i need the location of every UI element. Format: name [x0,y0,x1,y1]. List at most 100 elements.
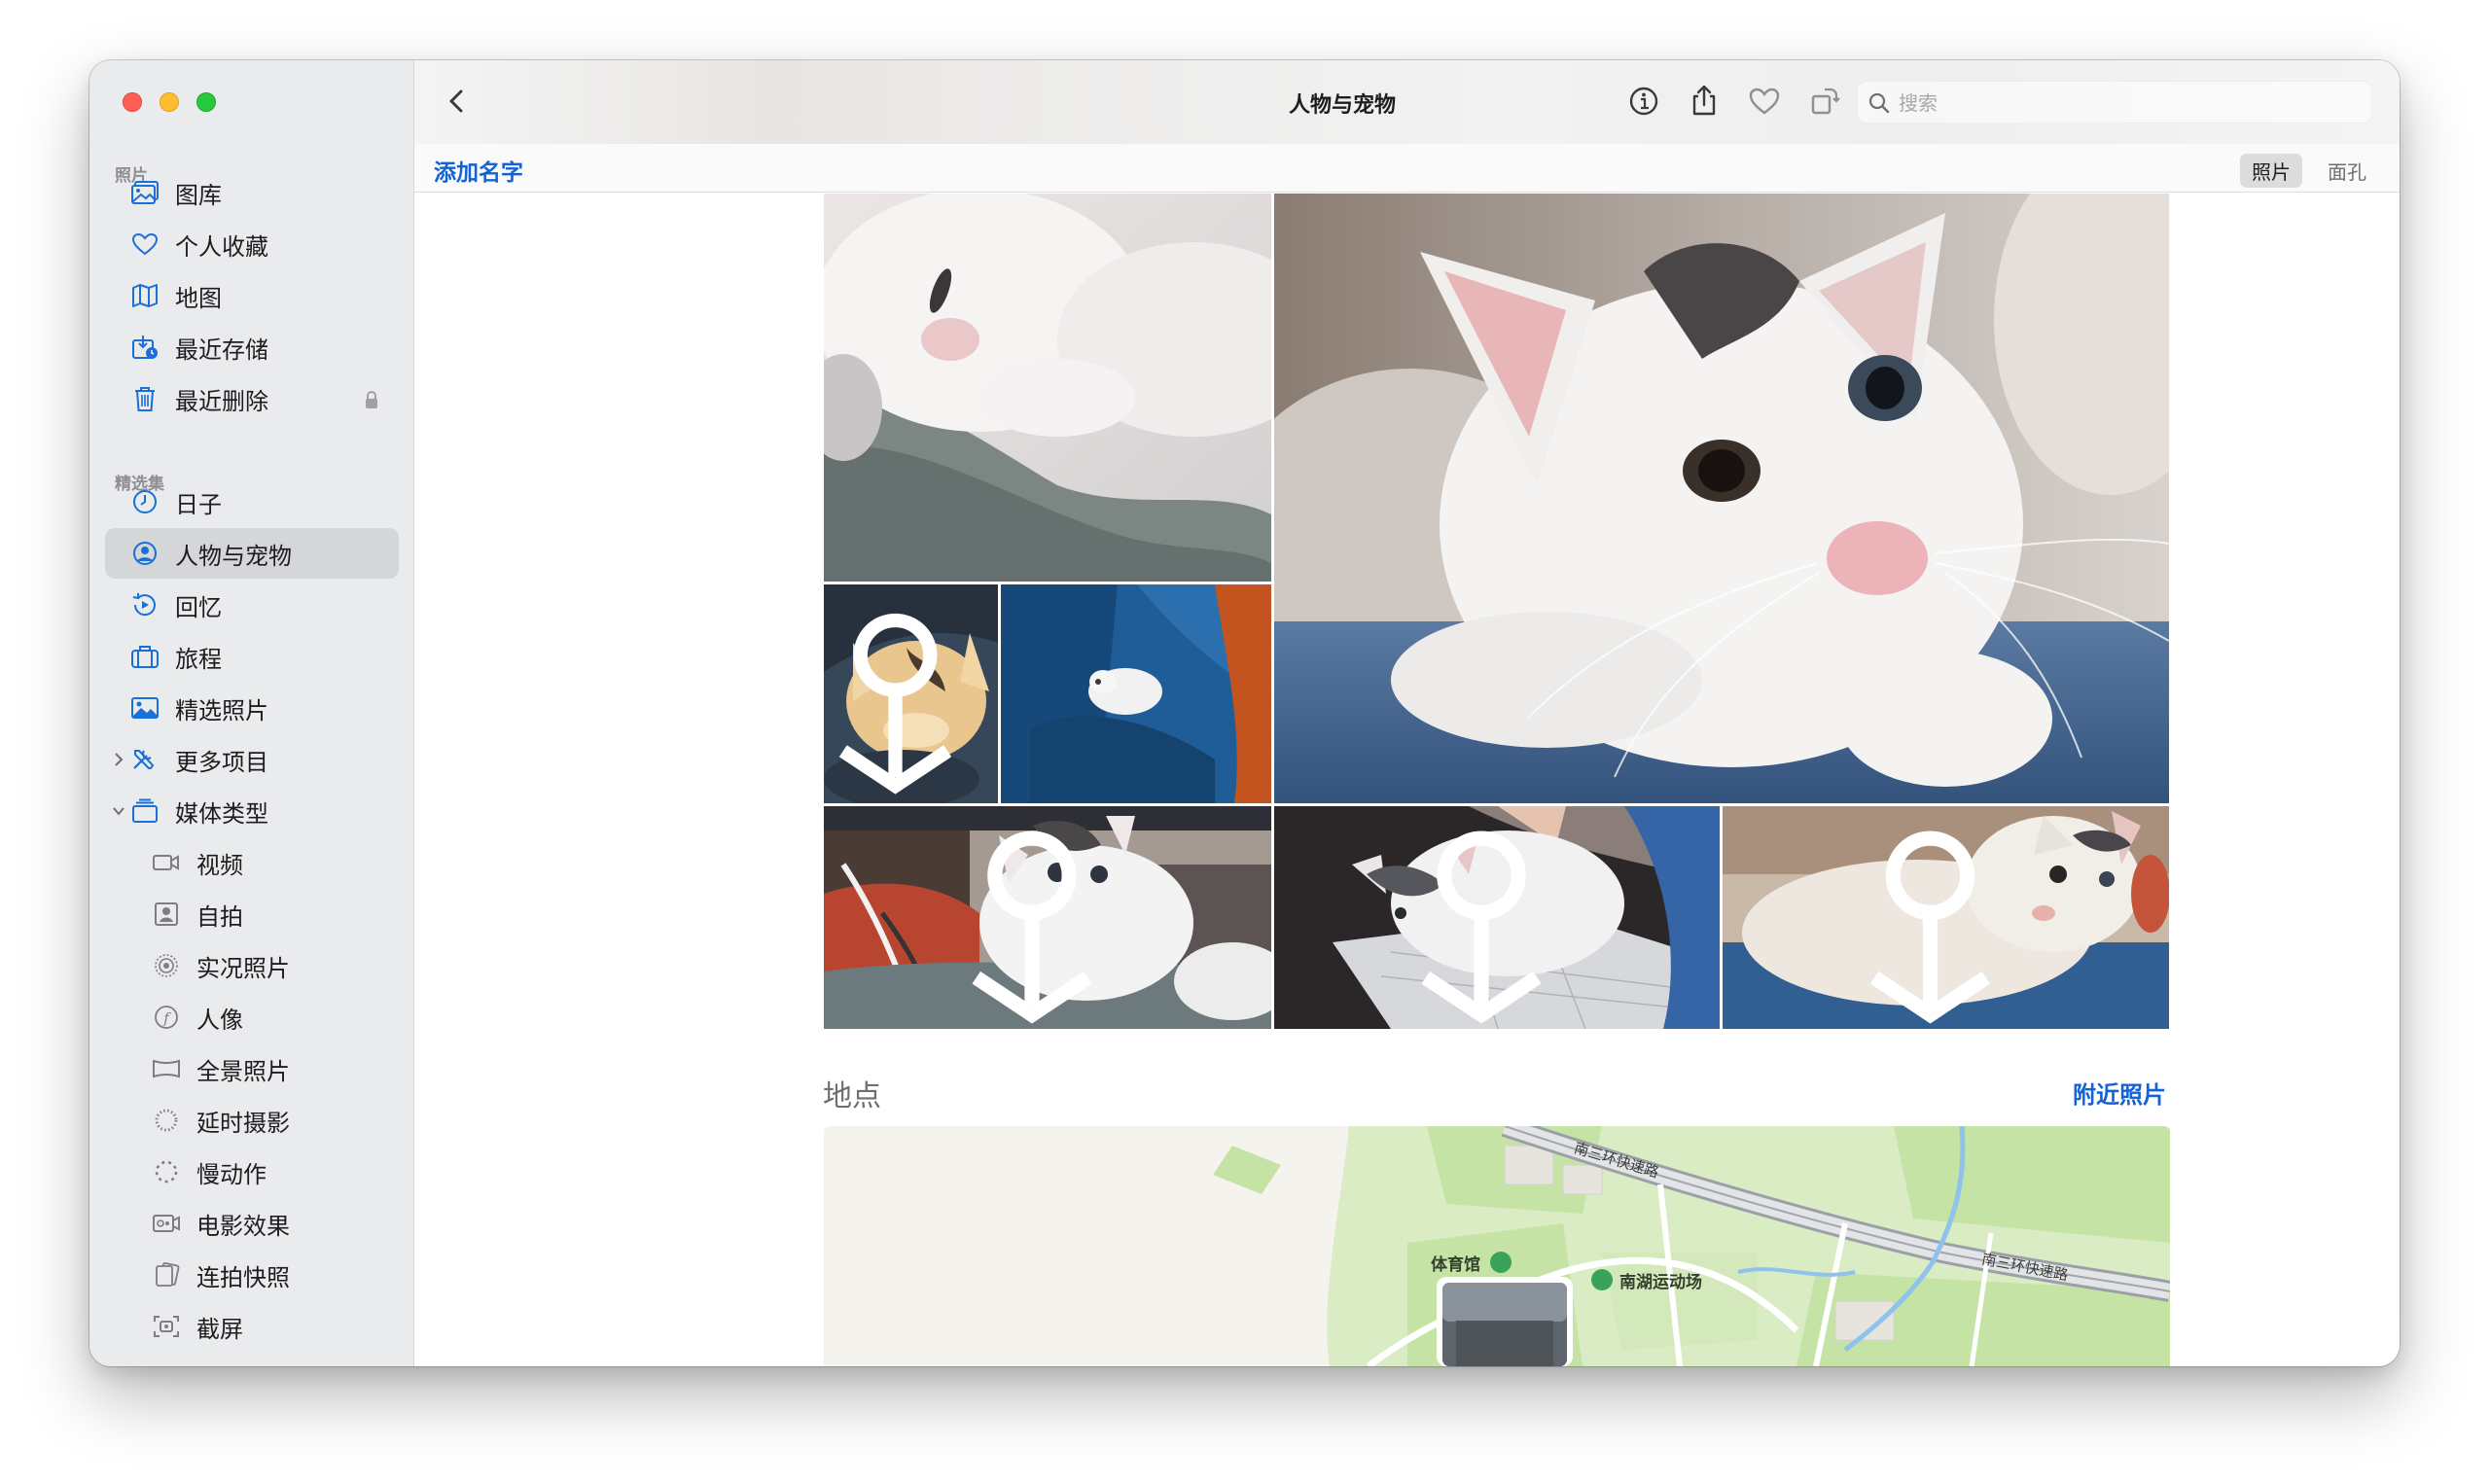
sidebar-item-featured-photos[interactable]: 精选照片 [105,683,399,733]
timelapse-icon [155,1109,178,1132]
sidebar-item-label: 最近存储 [175,336,268,364]
sidebar-item-selfies[interactable]: 自拍 [105,889,399,939]
subbar: 添加名字 照片 面孔 [414,144,2400,193]
recent-save-icon [132,336,158,359]
photo-library-icon [131,181,159,204]
nearby-photos-link[interactable]: 附近照片 [2073,1076,2166,1110]
sidebar-item-label: 全景照片 [196,1057,290,1085]
photo-thumbnail[interactable] [824,584,998,803]
close-window-button[interactable] [123,92,142,112]
segment-photos[interactable]: 照片 [2240,154,2302,188]
heart-icon[interactable] [1743,80,1786,123]
share-icon[interactable] [1683,80,1725,123]
video-icon [153,855,179,870]
map-poi-label: 体育馆 [1431,1255,1480,1275]
cinematic-icon [153,1215,180,1232]
memories-icon [132,593,156,617]
rotate-icon[interactable] [1803,80,1846,123]
panorama-icon [153,1059,180,1078]
sidebar-item-label: 人像 [196,1006,243,1034]
sidebar-item-videos[interactable]: 视频 [105,837,399,888]
sidebar-item-label: 慢动作 [196,1160,267,1188]
main-content: 人物与宠物 搜索 添加名字 照片 面孔 地点 附近照片 南三环快速路 南三环快速… [414,60,2400,1366]
trash-icon [135,387,155,411]
sidebar-item-panoramas[interactable]: 全景照片 [105,1043,399,1094]
sidebar-item-screenshots[interactable]: 截屏 [105,1301,399,1352]
sidebar-item-cinematic[interactable]: 电影效果 [105,1198,399,1249]
kitten-photo-image [824,194,1271,582]
sidebar-item-media-types[interactable]: 媒体类型 [105,786,399,836]
sidebar-item-label: 实况照片 [196,954,290,982]
portrait-icon: f [155,1006,178,1029]
sidebar-item-live-photos[interactable]: 实况照片 [105,940,399,991]
sidebar-item-label: 媒体类型 [175,799,268,828]
window-title: 人物与宠物 [1288,93,1397,118]
stack-icon [132,798,158,823]
minimize-window-button[interactable] [160,92,179,112]
zoom-window-button[interactable] [196,92,216,112]
screenshot-icon [154,1316,179,1337]
search-input[interactable] [1899,82,2356,124]
sidebar-item-library[interactable]: 图库 [105,167,399,218]
sidebar-item-label: 视频 [196,851,243,879]
slomo-icon [155,1160,178,1184]
chevron-down-icon[interactable] [112,802,125,820]
sidebar-item-bursts[interactable]: 连拍快照 [105,1250,399,1300]
sidebar-item-favorites[interactable]: 个人收藏 [105,219,399,269]
kitten-photo-image [1274,194,2169,803]
sidebar-item-label: 旅程 [175,645,222,673]
traffic-lights [123,92,216,112]
add-name-button[interactable]: 添加名字 [434,154,523,187]
info-icon[interactable] [1622,80,1665,123]
sidebar-item-portrait[interactable]: f 人像 [105,992,399,1042]
places-section-title: 地点 [823,1079,881,1113]
sidebar-item-label: 更多项目 [175,748,268,776]
photo-thumbnail[interactable] [1274,194,2169,803]
sidebar-item-label: 自拍 [196,902,243,931]
sidebar-item-timelapse[interactable]: 延时摄影 [105,1095,399,1146]
sidebar-item-recently-saved[interactable]: 最近存储 [105,322,399,372]
live-photo-badge-icon [1421,830,1542,1024]
sidebar-item-label: 图库 [175,181,222,209]
sidebar-item-slo-mo[interactable]: 慢动作 [105,1147,399,1197]
photo-thumbnail[interactable] [824,806,1271,1029]
places-map[interactable]: 南三环快速路 南三环快速路 体育馆 南湖运动场 [824,1126,2170,1366]
sidebar-item-utilities[interactable]: 更多项目 [105,734,399,785]
suitcase-icon [131,646,159,668]
photo-thumbnail[interactable] [1723,806,2169,1029]
photo-thumbnail[interactable] [824,194,1271,582]
heart-icon [131,232,159,256]
view-segmented-control: 照片 面孔 [2240,154,2378,188]
sidebar: 照片 图库 个人收藏 地图 最近存储 最近删除 精选集 日子 人物与宠物 回忆 … [89,60,414,1366]
sidebar-item-label: 个人收藏 [175,232,268,261]
search-icon [1868,92,1890,114]
sidebar-item-label: 电影效果 [196,1212,290,1240]
segment-faces[interactable]: 面孔 [2316,154,2378,188]
clock-icon [133,490,157,513]
photo-thumbnail[interactable] [1001,584,1271,803]
sidebar-item-trips[interactable]: 旅程 [105,631,399,682]
photo-thumbnail[interactable] [1274,806,1720,1029]
search-field[interactable] [1857,81,2372,124]
live-photo-icon [155,954,178,977]
sidebar-item-label: 回忆 [175,593,222,621]
sidebar-item-recently-deleted[interactable]: 最近删除 [105,373,399,424]
lock-icon [366,391,377,408]
sidebar-item-memories[interactable]: 回忆 [105,580,399,630]
sidebar-item-label: 地图 [175,284,222,312]
sidebar-item-label: 截屏 [196,1315,243,1343]
sidebar-item-map[interactable]: 地图 [105,270,399,321]
burst-icon [156,1262,180,1287]
live-photo-badge-icon [972,830,1092,1024]
sidebar-item-label: 延时摄影 [196,1109,290,1137]
map-poi-label: 南湖运动场 [1619,1273,1702,1292]
chevron-right-icon[interactable] [112,751,125,768]
sidebar-item-label: 日子 [175,490,222,518]
live-photo-badge-icon [838,613,952,795]
chevron-left-icon[interactable] [438,82,477,121]
sidebar-item-people-and-pets[interactable]: 人物与宠物 [105,528,399,579]
svg-text:f: f [162,1009,171,1027]
kitten-photo-image [1001,584,1271,803]
sidebar-item-label: 最近删除 [175,387,268,415]
sidebar-item-days[interactable]: 日子 [105,477,399,527]
